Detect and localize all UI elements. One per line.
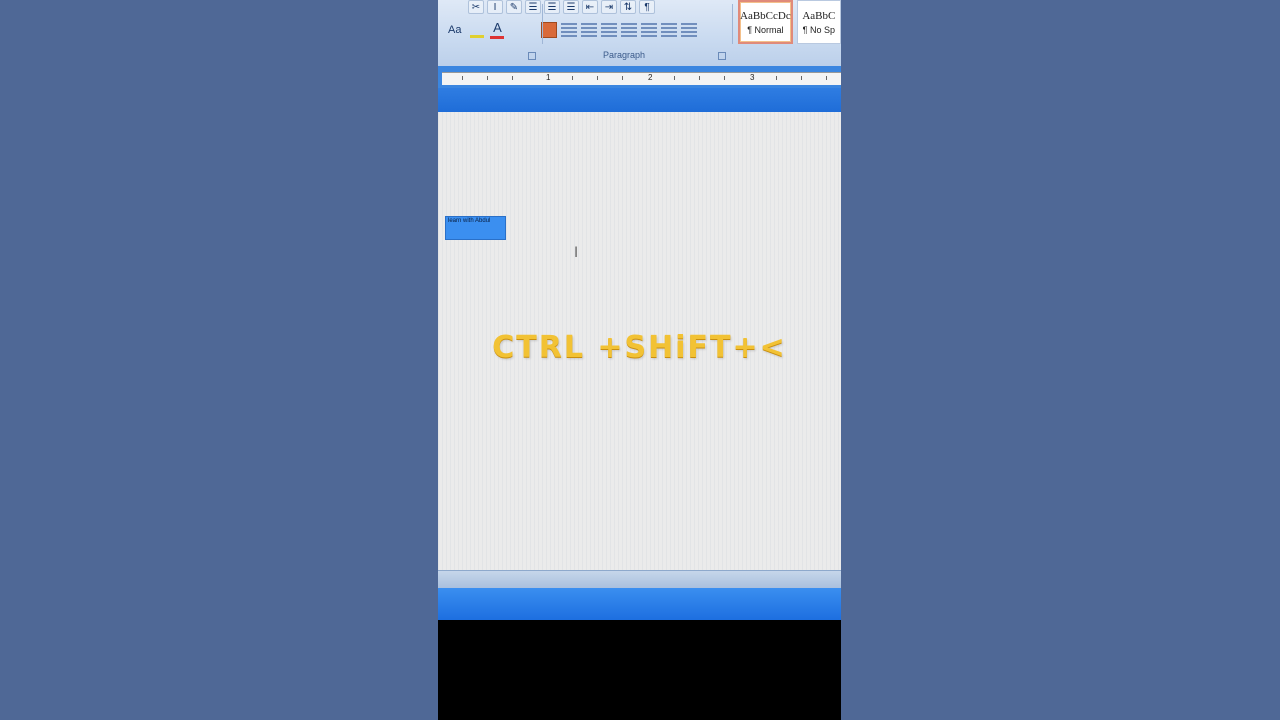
ruler-tick: [699, 76, 700, 80]
ruler: 1 2 3: [438, 66, 841, 88]
ruler-number: 1: [546, 73, 551, 82]
ruler-tick: [462, 76, 463, 80]
ruler-tick: [674, 76, 675, 80]
italic-icon[interactable]: I: [487, 0, 503, 14]
horizontal-scrollbar[interactable]: [438, 570, 841, 588]
justify-icon[interactable]: [621, 23, 638, 37]
ruler-tick: [801, 76, 802, 80]
align-left-icon[interactable]: [561, 23, 578, 37]
group-separator: [542, 4, 543, 44]
ruler-tick: [572, 76, 573, 80]
ribbon-top-row: ✂ I ✎ ☰ ☰ ☰ ⇤ ⇥ ⇅ ¶: [438, 0, 758, 14]
paragraph-shading-icon[interactable]: [661, 23, 678, 37]
style-no-spacing[interactable]: AaBbC ¶ No Sp: [796, 0, 841, 44]
style-name: ¶ No Sp: [802, 24, 836, 35]
style-name: ¶ Normal: [747, 24, 784, 35]
bullets-icon[interactable]: ☰: [525, 0, 541, 14]
selected-text-block[interactable]: learn with Abdul: [445, 216, 506, 240]
document-top-margin: [438, 88, 841, 112]
shading-icon[interactable]: [541, 22, 558, 38]
letterbox-bar: [438, 620, 841, 720]
paragraph-group-label: Paragraph: [603, 50, 646, 60]
ruler-tick: [512, 76, 513, 80]
status-bar: [438, 588, 841, 620]
ruler-number: 2: [648, 73, 653, 82]
styles-gallery: AaBbCcDc ¶ Normal AaBbC ¶ No Sp: [738, 0, 841, 46]
font-dialog-launcher-icon[interactable]: [528, 52, 536, 60]
ribbon: ✂ I ✎ ☰ ☰ ☰ ⇤ ⇥ ⇅ ¶ Aa A Paragraph AaBbC…: [438, 0, 841, 66]
style-sample: AaBbC: [802, 9, 836, 22]
sort-icon[interactable]: ⇅: [620, 0, 636, 14]
font-color-icon[interactable]: A: [489, 21, 505, 39]
style-normal[interactable]: AaBbCcDc ¶ Normal: [738, 0, 793, 44]
shortcut-caption: CTRL +SHiFT+<: [492, 330, 787, 365]
numbering-icon[interactable]: ☰: [544, 0, 560, 14]
cut-icon[interactable]: ✂: [468, 0, 484, 14]
document-page[interactable]: learn with Abdul I CTRL +SHiFT+<: [438, 112, 841, 570]
paragraph-dialog-launcher-icon[interactable]: [718, 52, 726, 60]
ruler-number: 3: [750, 73, 755, 82]
text-cursor-icon: I: [574, 245, 579, 261]
ruler-tick: [724, 76, 725, 80]
align-right-icon[interactable]: [601, 23, 618, 37]
style-sample: AaBbCcDc: [740, 9, 791, 22]
ruler-tick: [597, 76, 598, 80]
ruler-tick: [776, 76, 777, 80]
line-spacing-icon[interactable]: [641, 23, 658, 37]
highlight-icon[interactable]: [469, 22, 485, 38]
ruler-tick: [622, 76, 623, 80]
format-painter-icon[interactable]: ✎: [506, 0, 522, 14]
selected-text: learn with Abdul: [448, 218, 491, 224]
align-center-icon[interactable]: [581, 23, 598, 37]
ruler-strip: 1 2 3: [442, 72, 841, 85]
decrease-indent-icon[interactable]: ⇤: [582, 0, 598, 14]
ruler-tick: [826, 76, 827, 80]
ribbon-format-row: Aa A: [438, 18, 738, 42]
increase-indent-icon[interactable]: ⇥: [601, 0, 617, 14]
change-case-button[interactable]: Aa: [444, 24, 465, 36]
borders-icon[interactable]: [681, 23, 698, 37]
show-marks-icon[interactable]: ¶: [639, 0, 655, 14]
video-frame: ✂ I ✎ ☰ ☰ ☰ ⇤ ⇥ ⇅ ¶ Aa A Paragraph AaBbC…: [438, 0, 841, 720]
group-separator: [732, 4, 733, 44]
multilevel-list-icon[interactable]: ☰: [563, 0, 579, 14]
ruler-tick: [487, 76, 488, 80]
